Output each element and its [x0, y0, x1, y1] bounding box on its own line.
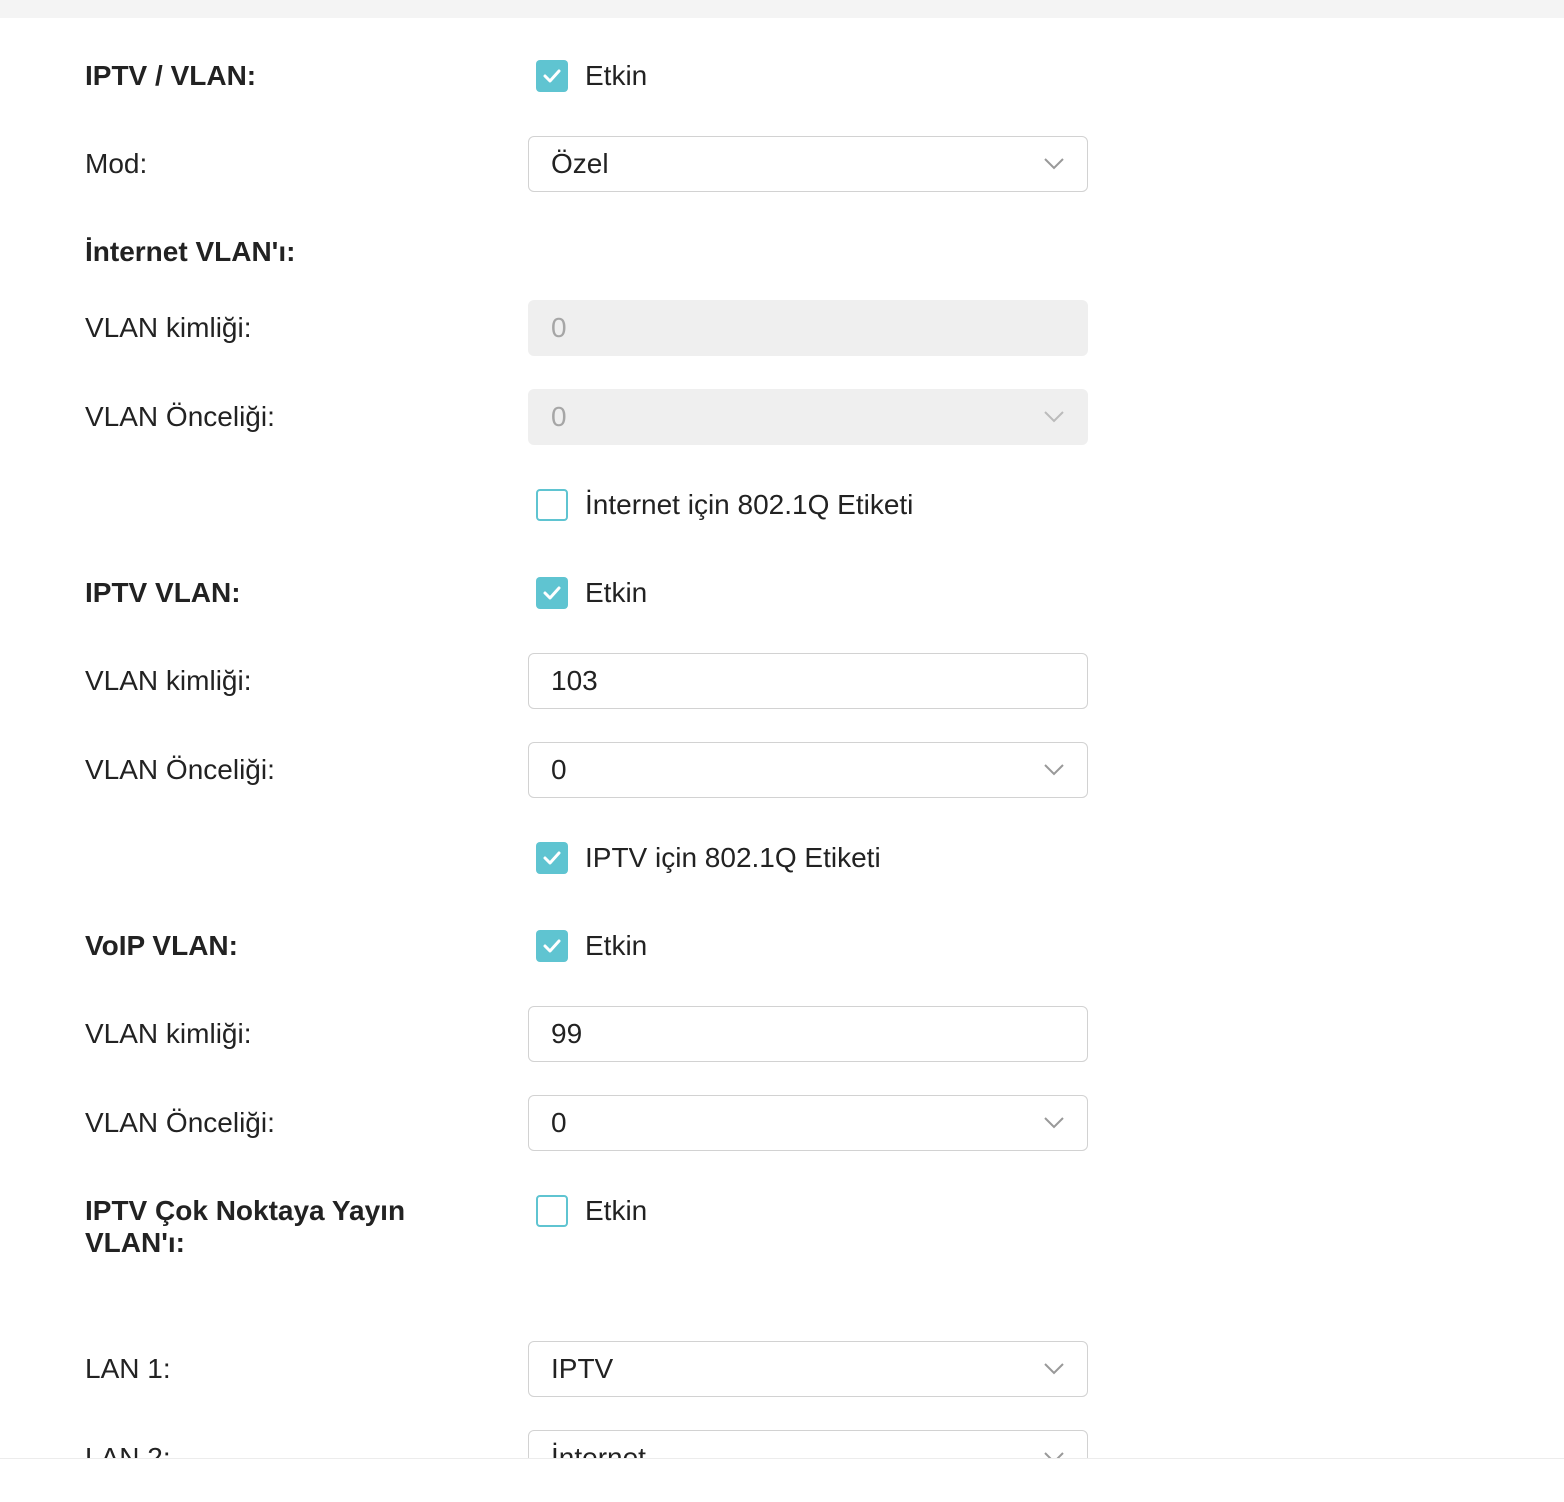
lan2-select-value: İnternet: [551, 1442, 646, 1458]
internet-8021q-tag-label[interactable]: İnternet için 802.1Q Etiketi: [585, 489, 913, 521]
internet-vlan-id-input: 0: [528, 300, 1088, 356]
iptv-vlan-heading: IPTV VLAN:: [85, 577, 241, 608]
check-icon: [543, 939, 561, 953]
iptv-vlan-id-label: VLAN kimliği:: [85, 665, 252, 696]
internet-vlan-priority-select: 0: [528, 389, 1088, 445]
iptv-8021q-tag-checkbox[interactable]: [536, 842, 568, 874]
voip-vlan-id-value: 99: [551, 1018, 583, 1049]
iptv-vlan-enable-checkbox[interactable]: [536, 60, 568, 92]
voip-enable-label[interactable]: Etkin: [585, 930, 647, 962]
mode-label: Mod:: [85, 148, 148, 179]
voip-vlan-priority-select[interactable]: 0: [528, 1095, 1088, 1151]
iptv-vlan-priority-value: 0: [551, 754, 567, 785]
iptv-8021q-tag-label[interactable]: IPTV için 802.1Q Etiketi: [585, 842, 881, 874]
voip-vlan-id-label: VLAN kimliği:: [85, 1018, 252, 1049]
chevron-down-icon: [1044, 764, 1064, 776]
check-icon: [543, 851, 561, 865]
iptv-multicast-enable-label[interactable]: Etkin: [585, 1195, 647, 1227]
voip-enable-checkbox[interactable]: [536, 930, 568, 962]
iptv-vlan-priority-label: VLAN Önceliği:: [85, 754, 275, 785]
chevron-down-icon: [1044, 1452, 1064, 1458]
iptv-vlan-label: IPTV / VLAN:: [85, 60, 257, 91]
internet-vlan-id-value: 0: [551, 312, 567, 343]
lan1-select-value: IPTV: [551, 1353, 614, 1384]
internet-8021q-tag-checkbox[interactable]: [536, 489, 568, 521]
iptv-enable-label[interactable]: Etkin: [585, 577, 647, 609]
internet-vlan-id-label: VLAN kimliği:: [85, 312, 252, 343]
iptv-enable-checkbox[interactable]: [536, 577, 568, 609]
voip-vlan-priority-label: VLAN Önceliği:: [85, 1107, 275, 1138]
iptv-vlan-form: IPTV / VLAN: Etkin Mod: Özel İnternet VL…: [0, 0, 1564, 1458]
iptv-multicast-vlan-heading-line2: VLAN'ı:: [85, 1227, 185, 1258]
iptv-multicast-enable-checkbox[interactable]: [536, 1195, 568, 1227]
iptv-multicast-vlan-heading-line1: IPTV Çok Noktaya Yayın: [85, 1195, 406, 1226]
lan2-label: LAN 2:: [85, 1442, 171, 1458]
voip-vlan-heading: VoIP VLAN:: [85, 930, 238, 961]
iptv-vlan-enable-label[interactable]: Etkin: [585, 60, 647, 92]
mode-select[interactable]: Özel: [528, 136, 1088, 192]
mode-select-value: Özel: [551, 148, 609, 179]
iptv-multicast-vlan-heading: IPTV Çok Noktaya Yayın VLAN'ı:: [85, 1195, 405, 1259]
internet-vlan-priority-value: 0: [551, 401, 567, 432]
chevron-down-icon: [1044, 1363, 1064, 1375]
voip-vlan-priority-value: 0: [551, 1107, 567, 1138]
iptv-vlan-id-value: 103: [551, 665, 598, 696]
internet-vlan-priority-label: VLAN Önceliği:: [85, 401, 275, 432]
check-icon: [543, 69, 561, 83]
chevron-down-icon: [1044, 1117, 1064, 1129]
lan2-select[interactable]: İnternet: [528, 1430, 1088, 1458]
internet-vlan-heading: İnternet VLAN'ı:: [85, 236, 296, 267]
iptv-vlan-id-input[interactable]: 103: [528, 653, 1088, 709]
lan1-select[interactable]: IPTV: [528, 1341, 1088, 1397]
chevron-down-icon: [1044, 158, 1064, 170]
voip-vlan-id-input[interactable]: 99: [528, 1006, 1088, 1062]
iptv-vlan-priority-select[interactable]: 0: [528, 742, 1088, 798]
check-icon: [543, 586, 561, 600]
chevron-down-icon: [1044, 411, 1064, 423]
lan1-label: LAN 1:: [85, 1353, 171, 1384]
bottom-strip: [0, 1458, 1564, 1502]
